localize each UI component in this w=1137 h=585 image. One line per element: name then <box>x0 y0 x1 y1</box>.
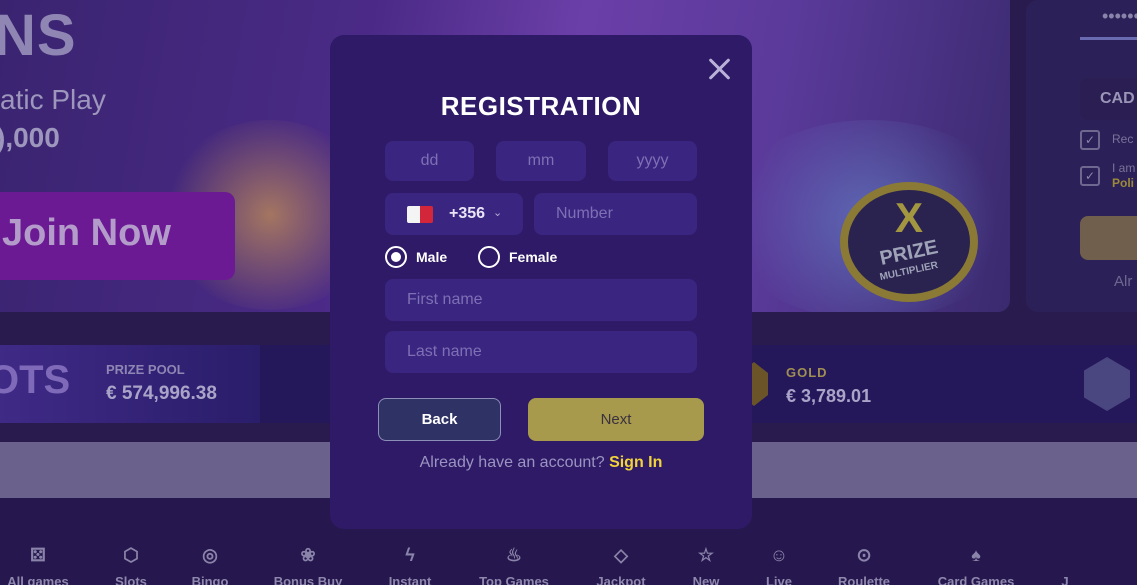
country-code-value: +356 <box>449 205 486 222</box>
gender-male-label: Male <box>416 249 448 265</box>
back-button[interactable]: Back <box>378 398 501 441</box>
next-button[interactable]: Next <box>528 398 704 441</box>
sign-in-link[interactable]: Sign In <box>609 454 662 471</box>
last-name-input[interactable] <box>385 331 697 373</box>
already-account-text: Already have an account? <box>419 454 605 471</box>
phone-number-field[interactable] <box>534 193 697 235</box>
first-name-field[interactable] <box>385 279 697 321</box>
birth-day-field[interactable] <box>385 141 474 181</box>
first-name-input[interactable] <box>385 279 697 321</box>
birth-month-input[interactable] <box>496 141 586 181</box>
birth-year-input[interactable] <box>608 141 697 181</box>
country-code-select[interactable]: +356 ⌄ <box>385 193 523 235</box>
birth-day-input[interactable] <box>385 141 474 181</box>
phone-number-input[interactable] <box>534 193 697 235</box>
last-name-field[interactable] <box>385 331 697 373</box>
malta-flag-icon <box>407 206 433 223</box>
registration-modal: REGISTRATION +356 ⌄ Male Female Back Nex… <box>330 35 752 529</box>
signin-row: Already have an account? Sign In <box>330 454 752 472</box>
gender-female-label: Female <box>509 249 558 265</box>
birth-month-field[interactable] <box>496 141 586 181</box>
chevron-down-icon: ⌄ <box>493 207 503 219</box>
radio-selected-icon <box>385 246 407 268</box>
birth-year-field[interactable] <box>608 141 697 181</box>
gender-female-radio[interactable]: Female <box>478 246 557 268</box>
modal-title: REGISTRATION <box>440 91 642 121</box>
close-icon[interactable] <box>705 55 733 83</box>
gender-male-radio[interactable]: Male <box>385 246 447 268</box>
radio-unselected-icon <box>478 246 500 268</box>
